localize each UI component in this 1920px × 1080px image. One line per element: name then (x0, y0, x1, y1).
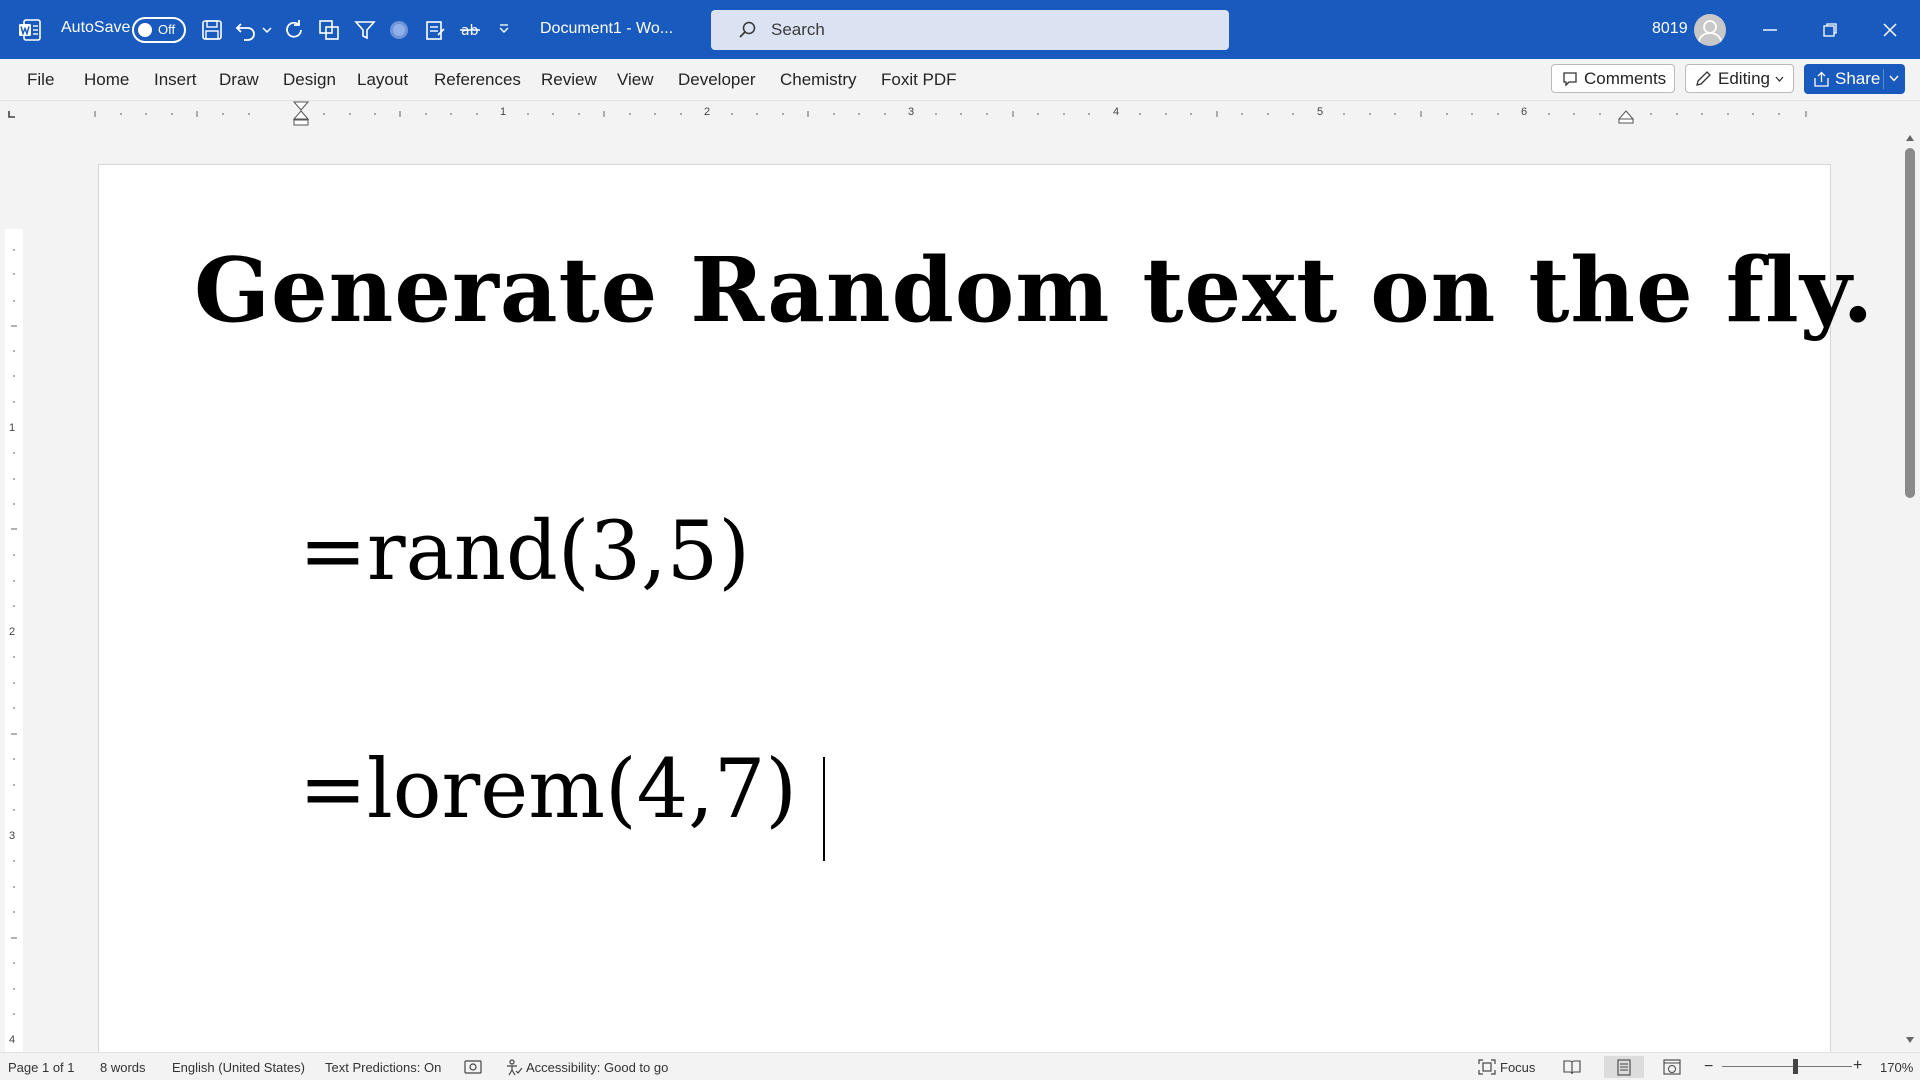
paragraph-rand[interactable]: =rand(3,5) (299, 505, 750, 599)
zoom-slider-thumb[interactable] (1793, 1059, 1798, 1074)
share-divider (1883, 69, 1884, 89)
tab-references[interactable]: References (434, 70, 521, 90)
vertical-ruler[interactable]: 1 2 3 4 (0, 126, 30, 1052)
strikethrough-icon[interactable]: ab (458, 18, 482, 42)
avatar[interactable] (1694, 14, 1726, 46)
ruler-number: 2 (704, 106, 711, 118)
tab-insert[interactable]: Insert (154, 70, 197, 90)
user-name[interactable]: 8019 (1652, 20, 1688, 38)
zoom-level[interactable]: 170% (1880, 1060, 1913, 1075)
horizontal-ruler[interactable]: 1 2 3 4 5 6 (0, 101, 1900, 126)
focus-icon (1478, 1059, 1496, 1075)
language[interactable]: English (United States) (172, 1060, 305, 1075)
read-mode-icon[interactable] (1563, 1059, 1581, 1075)
macro-recording-icon[interactable] (464, 1059, 482, 1075)
save-icon[interactable] (200, 18, 224, 42)
tab-draw[interactable]: Draw (219, 70, 259, 90)
chevron-down-icon[interactable] (1889, 75, 1899, 82)
form-document-icon[interactable] (423, 18, 447, 42)
print-layout-icon[interactable] (1604, 1056, 1644, 1078)
ruler-number: 5 (1317, 106, 1324, 118)
text-cursor (823, 757, 825, 861)
zoom-slider[interactable] (1722, 1059, 1852, 1074)
document-heading[interactable]: Generate Random text on the fly. (194, 237, 1874, 342)
autosave-label: AutoSave (61, 19, 131, 36)
share-label: Share (1835, 69, 1881, 88)
ruler-number: 4 (9, 1034, 16, 1046)
search-box[interactable]: Search (711, 10, 1229, 50)
undo-icon[interactable] (234, 18, 258, 42)
customize-toolbar-chevron-icon[interactable] (497, 22, 511, 36)
autosave-toggle[interactable]: Off (132, 17, 186, 43)
zoom-in-icon[interactable]: + (1853, 1057, 1862, 1075)
ruler-number: 3 (908, 106, 915, 118)
accessibility-icon (505, 1059, 523, 1076)
record-icon[interactable] (389, 20, 409, 40)
share-button[interactable]: Share (1804, 64, 1905, 94)
toggle-knob (138, 23, 152, 37)
tab-chemistry[interactable]: Chemistry (780, 70, 857, 90)
editing-mode-button[interactable]: Editing (1685, 64, 1794, 93)
redo-icon[interactable] (282, 18, 306, 42)
minimize-icon[interactable] (1758, 18, 1782, 42)
ruler-number: 2 (9, 626, 16, 638)
tab-file[interactable]: File (27, 70, 54, 90)
comments-button[interactable]: Comments (1551, 64, 1675, 93)
ruler-number: 6 (1521, 106, 1528, 118)
svg-text:ab: ab (461, 23, 479, 39)
document-canvas[interactable]: Generate Random text on the fly. =rand(3… (30, 126, 1900, 1052)
copy-format-icon[interactable] (317, 18, 341, 42)
paragraph-lorem[interactable]: =lorem(4,7) (299, 743, 797, 837)
comment-icon (1562, 71, 1578, 87)
close-icon[interactable] (1878, 18, 1902, 42)
word-count[interactable]: 8 words (100, 1060, 146, 1075)
accessibility-status[interactable]: Accessibility: Good to go (526, 1060, 668, 1075)
focus-mode-button[interactable]: Focus (1500, 1060, 1535, 1075)
word-logo-icon (18, 18, 42, 42)
document-title[interactable]: Document1 - Wo... (540, 20, 673, 38)
tab-home[interactable]: Home (84, 70, 129, 90)
zoom-out-icon[interactable]: − (1704, 1058, 1713, 1076)
search-icon (737, 20, 757, 45)
tab-review[interactable]: Review (541, 70, 597, 90)
scrollbar-thumb[interactable] (1905, 148, 1915, 498)
pencil-icon (1694, 70, 1712, 88)
editing-label: Editing (1718, 68, 1770, 88)
tab-foxit-pdf[interactable]: Foxit PDF (881, 70, 957, 90)
ruler-number: 3 (9, 830, 16, 842)
tab-developer[interactable]: Developer (678, 70, 756, 90)
restore-icon[interactable] (1818, 18, 1842, 42)
title-bar: AutoSave Off ab Document1 - Wo... Search (0, 0, 1920, 59)
ruler-number: 4 (1113, 106, 1120, 118)
ruler-number: 1 (500, 106, 507, 118)
ribbon-tabs: File Home Insert Draw Design Layout Refe… (0, 59, 1920, 101)
chevron-down-icon (1775, 76, 1784, 82)
ruler-number: 1 (9, 422, 16, 434)
document-page[interactable]: Generate Random text on the fly. =rand(3… (98, 164, 1873, 1052)
tab-layout[interactable]: Layout (357, 70, 408, 90)
tab-design[interactable]: Design (283, 70, 336, 90)
scroll-down-icon[interactable] (1905, 1036, 1915, 1044)
undo-dropdown-chevron-icon[interactable] (261, 24, 273, 36)
text-predictions[interactable]: Text Predictions: On (325, 1060, 441, 1075)
comments-label: Comments (1584, 68, 1667, 88)
tab-view[interactable]: View (617, 70, 654, 90)
share-icon (1813, 71, 1830, 88)
status-bar: Page 1 of 1 8 words English (United Stat… (0, 1052, 1920, 1080)
vertical-scrollbar[interactable] (1900, 126, 1920, 1052)
page-count[interactable]: Page 1 of 1 (8, 1060, 75, 1075)
web-layout-icon[interactable] (1663, 1059, 1681, 1075)
autosave-state: Off (158, 22, 176, 37)
filter-icon[interactable] (353, 18, 377, 42)
search-placeholder: Search (771, 20, 825, 39)
scroll-up-icon[interactable] (1905, 134, 1915, 142)
